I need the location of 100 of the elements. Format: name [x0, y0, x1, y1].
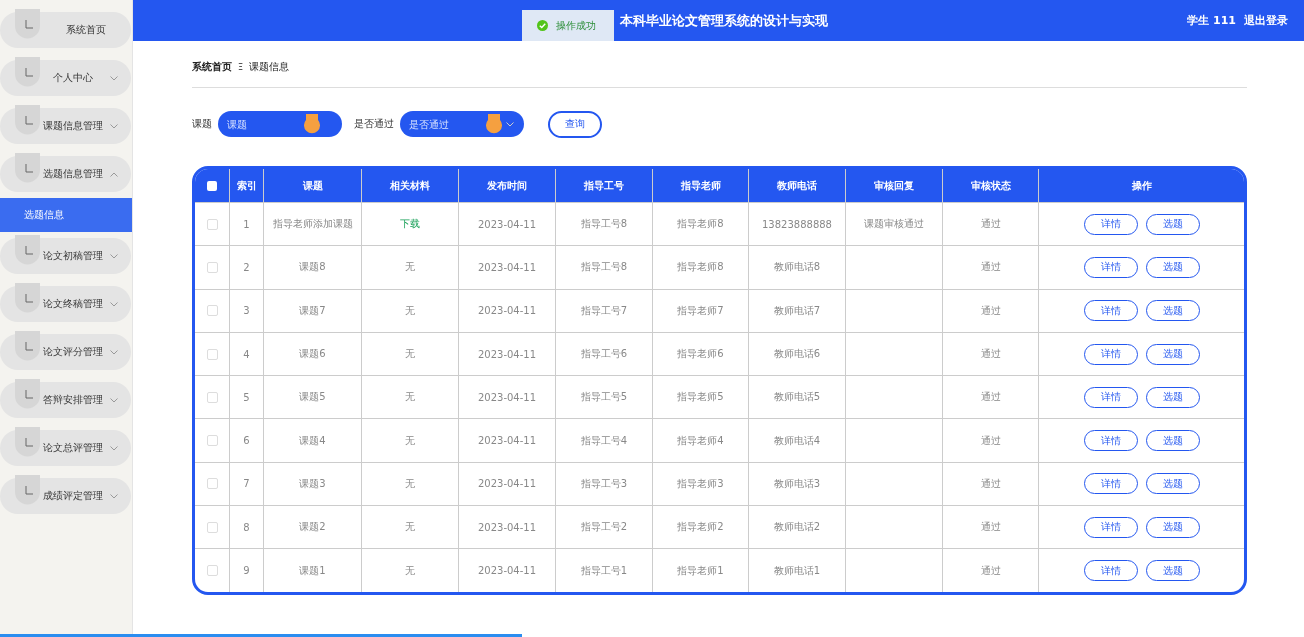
pendant-icon — [15, 475, 40, 505]
table-cell: 课题8 — [299, 260, 326, 275]
select-topic-button[interactable]: 选题 — [1145, 386, 1200, 408]
details-button[interactable]: 详情 — [1083, 430, 1138, 452]
sidebar-item[interactable]: 课题信息管理 — [0, 108, 131, 144]
table-cell: 13823888888 — [762, 218, 832, 230]
table-cell: 指导老师7 — [677, 303, 724, 318]
column-header: 审核回复 — [874, 178, 914, 193]
submenu-item[interactable]: 选题信息 — [0, 198, 132, 232]
sidebar-item[interactable]: 答辩安排管理 — [0, 382, 131, 418]
column-header: 指导工号 — [584, 178, 624, 193]
select-topic-button[interactable]: 选题 — [1145, 516, 1200, 538]
sidebar-item[interactable]: 选题信息管理 — [0, 156, 131, 192]
pendant-icon — [15, 427, 40, 457]
table-cell: 通过 — [980, 347, 1001, 362]
select-topic-button[interactable]: 选题 — [1145, 213, 1200, 235]
table-cell: 5 — [243, 391, 250, 403]
table-cell: 通过 — [980, 390, 1001, 405]
row-checkbox[interactable] — [206, 305, 218, 317]
select-topic-button[interactable]: 选题 — [1145, 430, 1200, 452]
select-field[interactable]: 是否通过 — [400, 111, 524, 137]
select-topic-button[interactable]: 选题 — [1145, 300, 1200, 322]
pendant-icon — [15, 235, 40, 265]
table-cell: 指导工号2 — [580, 520, 628, 535]
sidebar-item[interactable]: 论文初稿管理 — [0, 238, 131, 274]
table-cell: 无 — [405, 433, 415, 448]
field-label: 是否通过 — [354, 117, 394, 131]
table-cell: 教师电话8 — [773, 260, 821, 275]
table-cell: 无 — [405, 260, 415, 275]
select-topic-button[interactable]: 选题 — [1145, 256, 1200, 278]
table-cell: 7 — [243, 478, 250, 490]
row-checkbox[interactable] — [206, 521, 218, 533]
details-button[interactable]: 详情 — [1083, 516, 1138, 538]
select-topic-button[interactable]: 选题 — [1145, 343, 1200, 365]
select-all-checkbox[interactable] — [207, 180, 217, 191]
table-cell: 指导工号5 — [580, 390, 628, 405]
sidebar-item[interactable]: 个人中心 — [0, 60, 131, 96]
table-cell: 指导工号1 — [580, 563, 628, 578]
breadcrumb-link[interactable]: 课题信息 — [249, 60, 290, 74]
search-button[interactable]: 查询 — [548, 110, 602, 138]
row-checkbox[interactable] — [206, 391, 218, 403]
table-cell: 教师电话2 — [773, 520, 821, 535]
pendant-icon — [304, 114, 320, 134]
details-button[interactable]: 详情 — [1083, 386, 1138, 408]
details-button[interactable]: 详情 — [1083, 300, 1138, 322]
sidebar-item[interactable]: 成绩评定管理 — [0, 478, 131, 514]
details-button[interactable]: 详情 — [1083, 343, 1138, 365]
sidebar-item[interactable]: 论文终稿管理 — [0, 286, 131, 322]
table-cell: 指导工号3 — [580, 476, 628, 491]
table-cell: 教师电话4 — [773, 433, 821, 448]
table-cell: 通过 — [980, 217, 1001, 232]
details-button[interactable]: 详情 — [1083, 256, 1138, 278]
table-cell: 课题4 — [299, 433, 326, 448]
row-checkbox[interactable] — [206, 218, 218, 230]
pendant-icon — [486, 114, 502, 134]
select-topic-button[interactable]: 选题 — [1145, 473, 1200, 495]
pendant-icon — [15, 153, 40, 183]
column-header: 指导老师 — [680, 178, 721, 193]
table-cell: 课题审核通过 — [864, 217, 924, 232]
breadcrumb-link[interactable]: 系统首页 — [192, 60, 232, 74]
table-cell: 课题6 — [299, 347, 326, 362]
sidebar-item[interactable]: 论文总评管理 — [0, 430, 131, 466]
table-cell: 2023-04-11 — [477, 348, 537, 360]
table-cell: 指导工号8 — [580, 260, 628, 275]
table-cell: 指导老师4 — [677, 433, 724, 448]
column-header: 课题 — [302, 178, 323, 193]
table-cell: 2023-04-11 — [477, 435, 537, 447]
details-button[interactable]: 详情 — [1083, 560, 1138, 581]
table-cell: 课题3 — [299, 476, 326, 491]
column-header: 教师电话 — [777, 178, 817, 193]
table-cell: 9 — [243, 565, 250, 576]
sidebar-item[interactable]: 系统首页 — [0, 12, 131, 48]
table-cell: 1 — [243, 218, 250, 230]
table-cell: 教师电话3 — [773, 476, 821, 491]
column-header: 发布时间 — [487, 178, 527, 193]
download-link[interactable]: 下载 — [400, 217, 420, 232]
pendant-icon — [15, 331, 40, 361]
table-cell: 指导老师添加课题 — [272, 217, 353, 232]
row-checkbox[interactable] — [206, 348, 218, 360]
column-header: 相关材料 — [390, 178, 430, 193]
table-cell: 无 — [405, 476, 415, 491]
table-cell: 无 — [405, 347, 415, 362]
table-cell: 2023-04-11 — [477, 305, 537, 317]
row-checkbox[interactable] — [206, 478, 218, 490]
input-field[interactable]: 课题 — [218, 111, 342, 137]
select-topic-button[interactable]: 选题 — [1145, 560, 1200, 581]
details-button[interactable]: 详情 — [1083, 473, 1138, 495]
table-cell: 课题5 — [299, 390, 326, 405]
chevron-down-icon — [506, 122, 514, 127]
row-checkbox[interactable] — [206, 565, 218, 576]
logout-link[interactable]: 退出登录 — [1244, 13, 1288, 28]
table-cell: 通过 — [980, 520, 1001, 535]
row-checkbox[interactable] — [206, 261, 218, 273]
table-cell: 6 — [243, 435, 250, 447]
sidebar-item[interactable]: 论文评分管理 — [0, 334, 131, 370]
details-button[interactable]: 详情 — [1083, 213, 1138, 235]
table-cell: 指导老师3 — [677, 476, 724, 491]
row-checkbox[interactable] — [206, 435, 218, 447]
table-cell: 指导老师8 — [677, 217, 724, 232]
table-cell: 指导老师6 — [677, 347, 724, 362]
